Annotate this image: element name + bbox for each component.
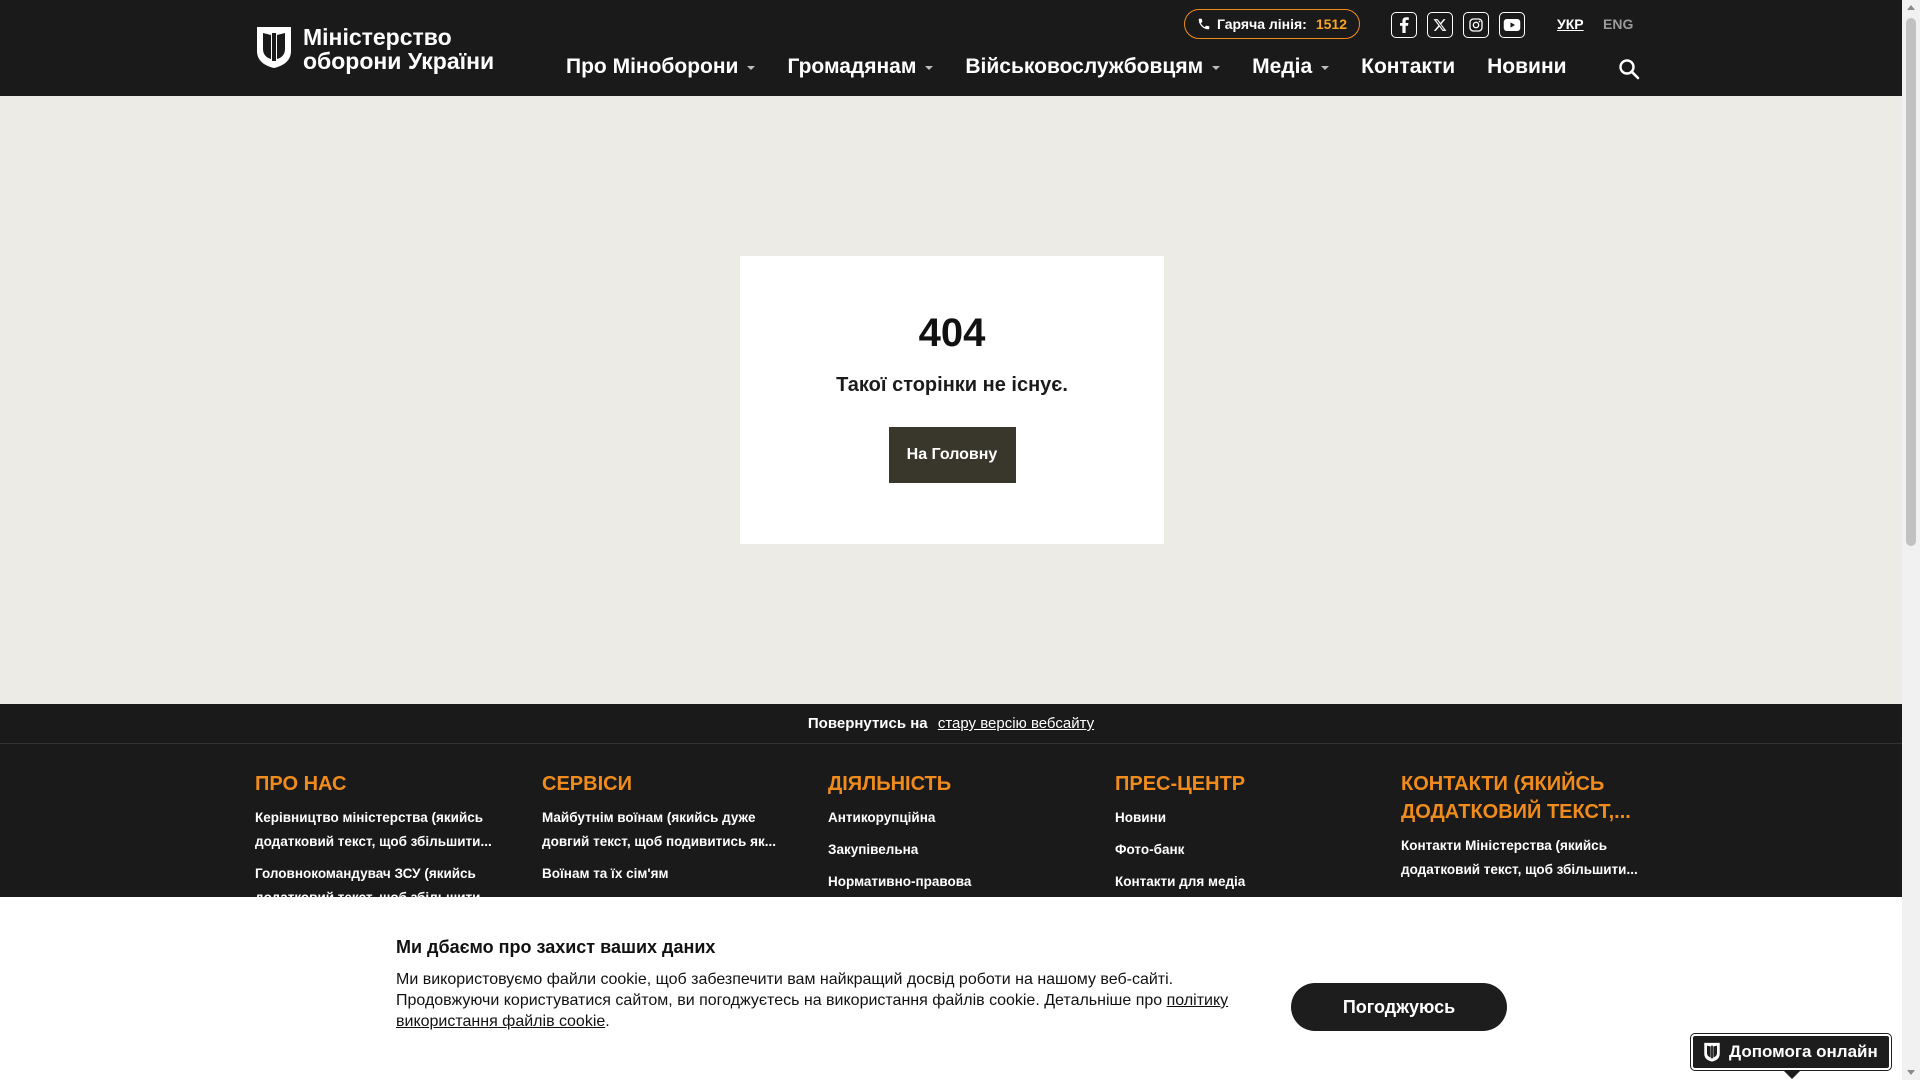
old-site-bar: Повернутись на стару версію вебсайту (0, 704, 1902, 744)
footer-link[interactable]: Керівництво міністерства (якийсь додатко… (255, 806, 495, 854)
hotline-number: 1512 (1315, 16, 1347, 32)
footer-col-activity: ДІЯЛЬНІСТЬ Антикорупційна Закупівельна Н… (828, 770, 1068, 902)
help-label: Допомога онлайн (1729, 1042, 1878, 1061)
footer-col-title: ДІЯЛЬНІСТЬ (828, 773, 952, 795)
nav-item-news[interactable]: Новини (1487, 55, 1566, 79)
instagram-icon[interactable] (1463, 12, 1489, 38)
nav-item-servicemen[interactable]: Військовослужбовцям (965, 55, 1221, 79)
trident-icon (1704, 1042, 1720, 1062)
footer-col-services: СЕРВІСИ Майбутнім воїнам (якийсь дуже до… (542, 770, 782, 894)
footer-link[interactable]: Нормативно-правова (828, 870, 1068, 894)
scroll-up-icon[interactable] (1907, 5, 1915, 10)
nav-item-about[interactable]: Про Міноборони (566, 55, 756, 79)
nav-item-label: Новини (1487, 55, 1567, 78)
footer-link[interactable]: Антикорупційна (828, 806, 1068, 830)
nav-item-citizens[interactable]: Громадянам (787, 55, 934, 79)
cookie-text-end: . (605, 1013, 610, 1030)
footer-link[interactable]: Закупівельна (828, 838, 1068, 862)
hotline-button[interactable]: Гаряча лінія: 1512 (1184, 9, 1360, 39)
nav-item-label: Про Міноборони (566, 55, 739, 78)
cookie-title: Ми дбаємо про захист ваших даних (396, 937, 716, 957)
cookie-text: Ми використовуємо файли cookie, щоб забе… (396, 969, 1266, 1032)
main-nav: Про Міноборони Громадянам Військовослужб… (566, 55, 1599, 79)
logo-text: Міністерство оборони України (303, 25, 494, 73)
nav-item-label: Контакти (1361, 55, 1456, 78)
caret-down-icon (1212, 66, 1221, 70)
caret-down-icon (1321, 66, 1330, 70)
phone-icon (1198, 18, 1210, 30)
footer-col-press: ПРЕС-ЦЕНТР Новини Фото-банк Контакти для… (1115, 770, 1355, 902)
footer-col-title: КОНТАКТИ (ЯКИЙСЬ ДОДАТКОВИЙ ТЕКСТ,... (1401, 773, 1631, 823)
youtube-icon[interactable] (1499, 12, 1525, 38)
error-message: Такої сторінки не існує. (836, 374, 1068, 396)
cookie-banner: Ми дбаємо про захист ваших даних Ми вико… (0, 897, 1902, 1080)
help-tail (1783, 1070, 1801, 1079)
footer-col-title: СЕРВІСИ (542, 773, 632, 795)
footer-link[interactable]: Контакти Міністерства (якийсь додатковий… (1401, 834, 1651, 882)
scroll-down-icon[interactable] (1907, 1070, 1915, 1075)
search-icon[interactable] (1617, 57, 1641, 81)
footer-col-title: ПРО НАС (255, 773, 347, 795)
footer-link[interactable]: Новини (1115, 806, 1355, 830)
help-online-button[interactable]: Допомога онлайн (1690, 1033, 1892, 1071)
old-site-prefix: Повернутись на (807, 715, 928, 732)
go-home-button[interactable]: На Головну (888, 427, 1016, 483)
nav-item-contacts[interactable]: Контакти (1361, 55, 1455, 79)
logo-line2: оборони України (303, 48, 495, 74)
nav-item-media[interactable]: Медіа (1252, 55, 1330, 79)
page-scrollbar[interactable] (1902, 0, 1920, 1080)
old-site-link[interactable]: стару версію вебсайту (938, 715, 1094, 732)
footer-col-about: ПРО НАС Керівництво міністерства (якийсь… (255, 770, 495, 918)
footer-col-title: ПРЕС-ЦЕНТР (1115, 773, 1246, 795)
logo-line1: Міністерство (303, 24, 452, 50)
footer-link[interactable]: Контакти для медіа (1115, 870, 1355, 894)
footer-link[interactable]: Воїнам та їх сім'ям (542, 862, 782, 886)
lang-ukr-link[interactable]: УКР (1557, 16, 1584, 32)
error-code: 404 (918, 311, 986, 355)
x-twitter-icon[interactable] (1427, 12, 1453, 38)
site-logo[interactable]: Міністерство оборони України (255, 25, 494, 73)
site-header: Міністерство оборони України Гаряча ліні… (0, 0, 1902, 96)
facebook-icon[interactable] (1391, 12, 1417, 38)
error-card: 404 Такої сторінки не існує. На Головну (740, 256, 1164, 544)
nav-item-label: Громадянам (787, 55, 917, 78)
cookie-text-body: Ми використовуємо файли cookie, щоб забе… (396, 971, 1174, 1009)
scroll-thumb[interactable] (1906, 18, 1916, 546)
cookie-agree-button[interactable]: Погоджуюсь (1291, 983, 1507, 1031)
trident-icon (257, 27, 291, 68)
caret-down-icon (925, 66, 934, 70)
hotline-label: Гаряча лінія: (1217, 16, 1307, 32)
caret-down-icon (747, 66, 756, 70)
nav-item-label: Військовослужбовцям (965, 55, 1204, 78)
lang-eng-link[interactable]: ENG (1603, 16, 1633, 32)
footer-col-contacts: КОНТАКТИ (ЯКИЙСЬ ДОДАТКОВИЙ ТЕКСТ,... Ко… (1401, 770, 1651, 890)
nav-item-label: Медіа (1252, 55, 1313, 78)
footer-link[interactable]: Майбутнім воїнам (якийсь дуже довгий тек… (542, 806, 782, 854)
social-links (1391, 12, 1525, 38)
footer-link[interactable]: Фото-банк (1115, 838, 1355, 862)
